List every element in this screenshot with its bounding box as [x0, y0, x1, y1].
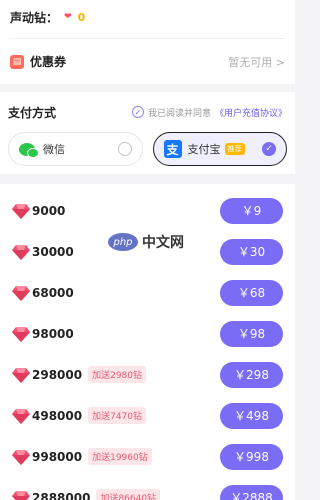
payment-title: 支付方式 [8, 105, 57, 120]
price-button[interactable]: ￥2888 [220, 484, 283, 500]
package-row: 2888000 加送86640钻 ￥2888 [12, 477, 283, 500]
radio-wechat[interactable] [117, 142, 132, 156]
package-amount: 98000 [32, 326, 74, 341]
package-row: 998000 加送19960钻 ￥998 [12, 436, 283, 477]
bonus-badge: 加送86640钻 [96, 489, 161, 500]
agreement[interactable]: ✓ 我已阅读并同意 《用户充值协议》 [131, 106, 287, 119]
package-row: 498000 加送7470钻 ￥498 [12, 395, 283, 436]
price-button[interactable]: ￥9 [220, 197, 283, 224]
price-button[interactable]: ￥68 [220, 279, 283, 306]
package-row: 68000 ￥68 [12, 272, 283, 313]
package-amount: 30000 [32, 244, 74, 259]
package-row: 9000 ￥9 [12, 190, 283, 231]
balance-label: 声动钻： [10, 10, 59, 25]
top-card: 声动钻： ❤ 0 ▤ 优惠券 暂无可用 > [0, 0, 295, 84]
method-wechat-label: 微信 [43, 143, 65, 156]
wechat-icon [19, 142, 39, 158]
coupon-value[interactable]: 暂无可用 > [228, 54, 285, 70]
balance-row: 声动钻： ❤ 0 [10, 6, 285, 28]
method-wechat[interactable]: 微信 [8, 132, 143, 166]
method-alipay-label: 支付宝 [187, 143, 221, 156]
coupon-label: 优惠券 [30, 55, 67, 69]
agreement-prefix: 我已阅读并同意 [147, 108, 211, 119]
bonus-badge: 加送2980钻 [88, 366, 147, 383]
alipay-icon: 支 [163, 140, 182, 158]
package-amount: 298000 [32, 367, 83, 382]
balance-count: 0 [77, 10, 86, 24]
recommend-badge: 推荐 [224, 143, 245, 155]
package-amount: 2888000 [32, 490, 91, 500]
price-button[interactable]: ￥98 [220, 320, 283, 347]
coupon-icon: ▤ [10, 54, 24, 69]
package-row: 298000 加送2980钻 ￥298 [12, 354, 283, 395]
payment-card: 支付方式 ✓ 我已阅读并同意 《用户充值协议》 微信 支 支付宝 推荐 ✓ [0, 92, 295, 174]
coupon-row[interactable]: ▤ 优惠券 暂无可用 > [10, 38, 285, 84]
watermark-text: 中文网 [142, 235, 184, 251]
radio-alipay[interactable]: ✓ [262, 142, 276, 156]
method-alipay[interactable]: 支 支付宝 推荐 ✓ [152, 132, 287, 166]
package-amount: 9000 [32, 203, 66, 218]
price-button[interactable]: ￥998 [220, 443, 283, 470]
package-amount: 998000 [32, 449, 83, 464]
package-amount: 68000 [32, 285, 74, 300]
payment-methods: 微信 支 支付宝 推荐 ✓ [8, 132, 287, 166]
bonus-badge: 加送19960钻 [88, 448, 152, 465]
watermark: php 中文网 [108, 232, 184, 252]
package-amount: 498000 [32, 408, 83, 423]
price-button[interactable]: ￥498 [220, 402, 283, 429]
bonus-badge: 加送7470钻 [88, 407, 147, 424]
watermark-logo: php [108, 233, 138, 251]
payment-header: 支付方式 ✓ 我已阅读并同意 《用户充值协议》 [8, 102, 287, 122]
package-row: 98000 ￥98 [12, 313, 283, 354]
agreement-link[interactable]: 《用户充值协议》 [215, 106, 287, 119]
heart-icon: ❤ [64, 12, 72, 22]
price-button[interactable]: ￥30 [220, 238, 283, 265]
agreement-check-icon[interactable]: ✓ [131, 106, 144, 118]
price-button[interactable]: ￥298 [220, 361, 283, 388]
